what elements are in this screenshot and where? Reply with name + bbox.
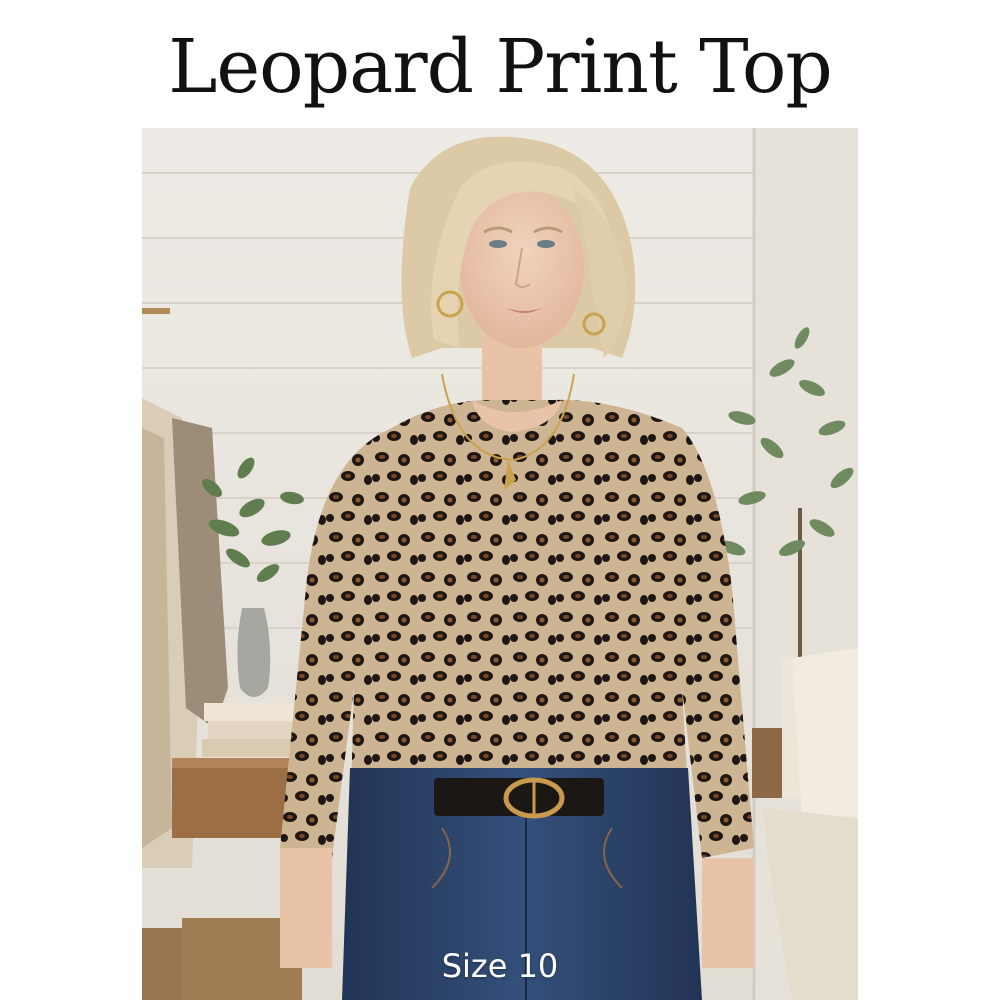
- product-title: Leopard Print Top: [168, 24, 833, 110]
- model-photo-illustration: [142, 128, 858, 1000]
- product-photo: [142, 128, 858, 1000]
- size-label: Size 10: [441, 947, 559, 985]
